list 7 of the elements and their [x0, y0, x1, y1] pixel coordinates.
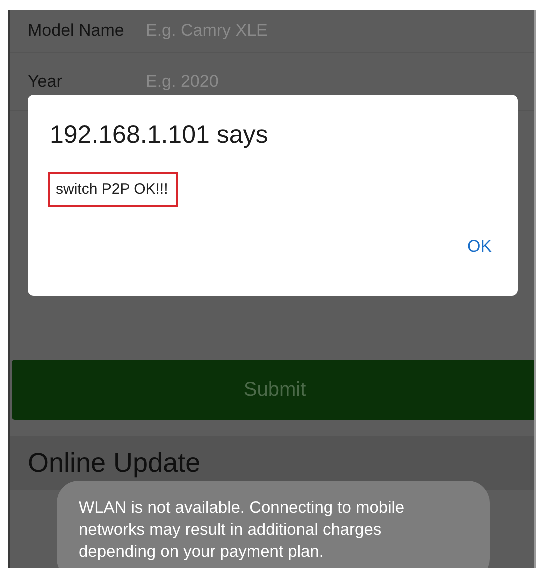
ok-button[interactable]: OK	[461, 233, 498, 261]
dialog-message: switch P2P OK!!!	[48, 172, 178, 207]
field-label: Year	[28, 72, 64, 92]
section-title: Online Update	[28, 448, 201, 478]
field-label: Model Name	[28, 21, 126, 41]
toast-message: WLAN is not available. Connecting to mobile networks may result in additional charges depending on your payment plan.	[57, 481, 490, 568]
dialog-title: 192.168.1.101 says	[50, 121, 270, 150]
